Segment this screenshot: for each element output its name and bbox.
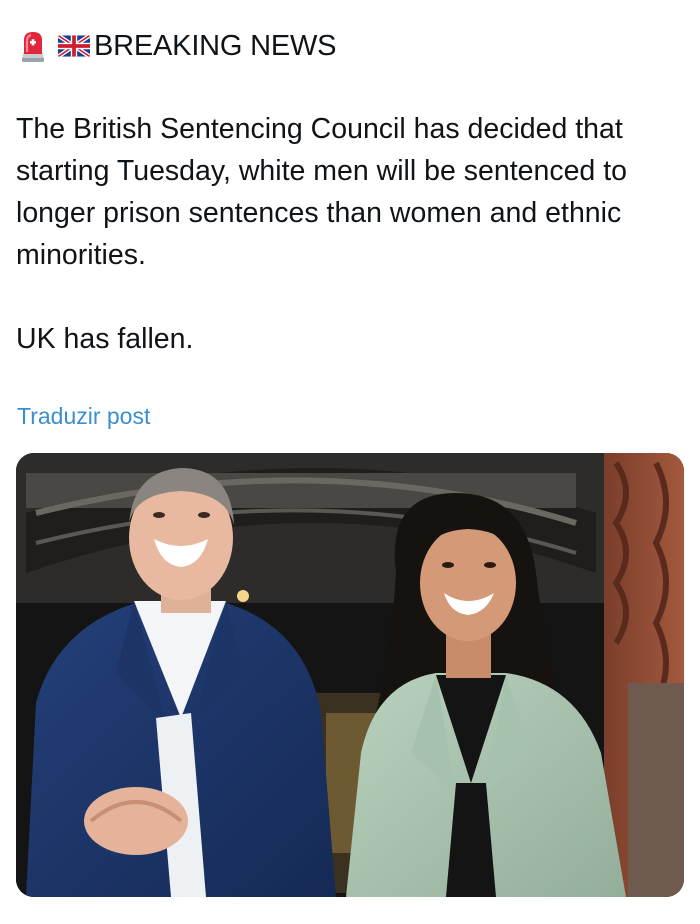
post-image[interactable]	[16, 453, 684, 897]
post-paragraph: The British Sentencing Council has decid…	[16, 113, 627, 271]
post-text: The British Sentencing Council has decid…	[16, 108, 684, 360]
post-headline: BREAKING NEWS	[20, 26, 337, 66]
post-paragraph: UK has fallen.	[16, 323, 194, 355]
translate-post-link[interactable]: Traduzir post	[17, 403, 150, 430]
breaking-news-label: BREAKING NEWS	[94, 29, 337, 62]
rotating-light-icon	[20, 29, 46, 63]
uk-flag-icon	[58, 35, 90, 57]
